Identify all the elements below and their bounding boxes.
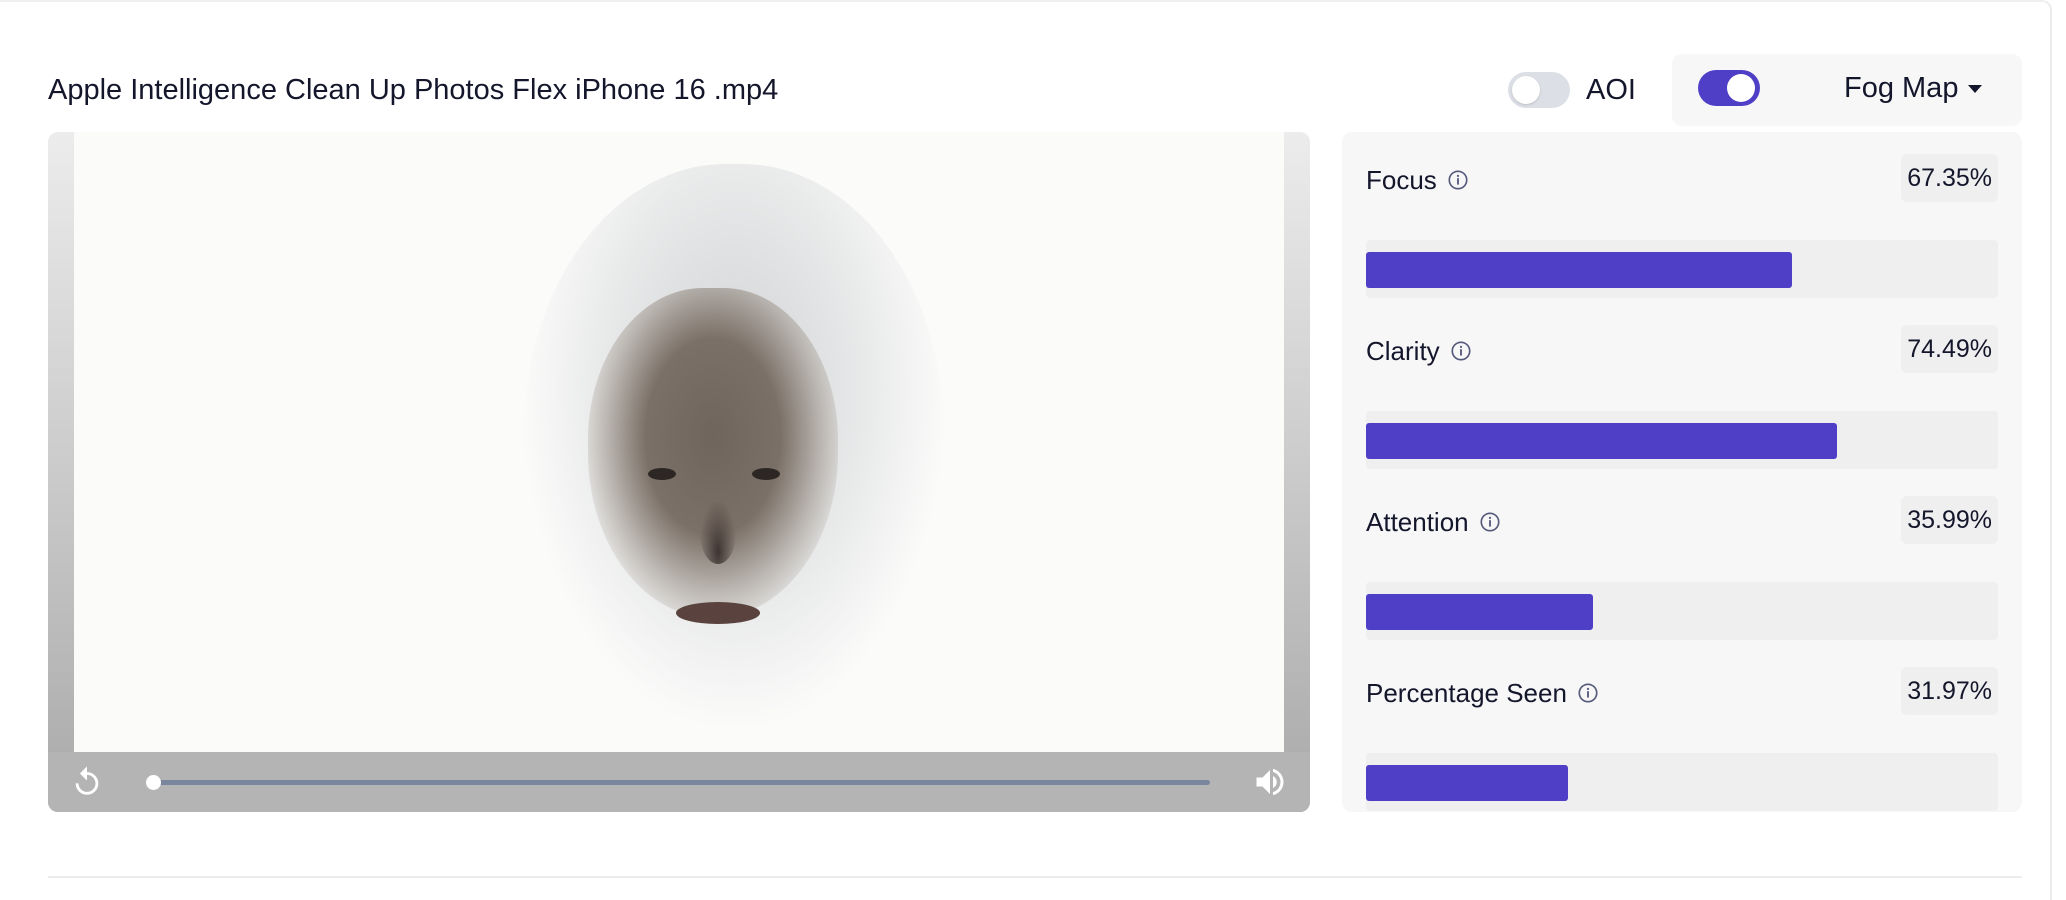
metric-bar-track	[1366, 240, 1998, 298]
metric-value-clarity: 74.49%	[1901, 325, 1998, 373]
video-controls	[48, 752, 1310, 812]
metric-label-focus: Focus	[1366, 164, 1469, 196]
video-player[interactable]	[48, 132, 1310, 812]
metric-name: Percentage Seen	[1366, 678, 1567, 708]
right-eye	[752, 468, 780, 480]
metric-bar-fill	[1366, 765, 1569, 801]
left-eye	[648, 468, 676, 480]
nose	[700, 502, 736, 564]
video-scrubber[interactable]	[146, 775, 1210, 790]
fog-map-panel: Fog Map	[1672, 54, 2022, 126]
page: Apple Intelligence Clean Up Photos Flex …	[0, 0, 2066, 900]
fog-map-dropdown-label: Fog Map	[1844, 71, 1959, 104]
metric-label-percentage-seen: Percentage Seen	[1366, 677, 1599, 709]
caret-down-icon	[1968, 85, 1983, 93]
aoi-label: AOI	[1586, 74, 1636, 106]
page-title: Apple Intelligence Clean Up Photos Flex …	[48, 74, 779, 106]
metric-bar-track	[1366, 753, 1998, 811]
metrics-panel: Focus 67.35% Clarity 74.49% Attention 35…	[1342, 132, 2022, 812]
aoi-toggle-knob	[1512, 76, 1540, 104]
visible-face-region	[588, 288, 838, 618]
fog-map-dropdown[interactable]: Fog Map	[1844, 68, 1983, 108]
metric-focus: Focus 67.35%	[1366, 154, 1998, 304]
aoi-toggle[interactable]	[1508, 72, 1570, 108]
metric-attention: Attention 35.99%	[1366, 496, 1998, 646]
metric-bar-track	[1366, 411, 1998, 469]
scrubber-thumb[interactable]	[146, 775, 161, 790]
metric-label-clarity: Clarity	[1366, 335, 1472, 367]
metric-name: Attention	[1366, 507, 1469, 537]
metric-bar-fill	[1366, 594, 1594, 630]
metric-name: Clarity	[1366, 336, 1440, 366]
metric-bar-track	[1366, 582, 1998, 640]
metric-label-attention: Attention	[1366, 506, 1501, 538]
metric-value-percentage-seen: 31.97%	[1901, 667, 1998, 715]
replay-icon[interactable]	[70, 765, 104, 799]
metric-bar-fill	[1366, 423, 1837, 459]
metric-value-focus: 67.35%	[1901, 154, 1998, 202]
info-icon[interactable]	[1479, 511, 1501, 533]
mouth	[676, 602, 760, 624]
info-icon[interactable]	[1447, 169, 1469, 191]
info-icon[interactable]	[1450, 340, 1472, 362]
metric-bar-fill	[1366, 252, 1792, 288]
metric-clarity: Clarity 74.49%	[1366, 325, 1998, 475]
fog-map-toggle[interactable]	[1698, 70, 1760, 106]
metric-percentage-seen: Percentage Seen 31.97%	[1366, 667, 1998, 817]
metric-value-attention: 35.99%	[1901, 496, 1998, 544]
metric-name: Focus	[1366, 165, 1437, 195]
volume-icon[interactable]	[1252, 764, 1288, 800]
fog-map-toggle-knob	[1727, 74, 1755, 102]
info-icon[interactable]	[1577, 682, 1599, 704]
section-divider	[48, 876, 2022, 878]
